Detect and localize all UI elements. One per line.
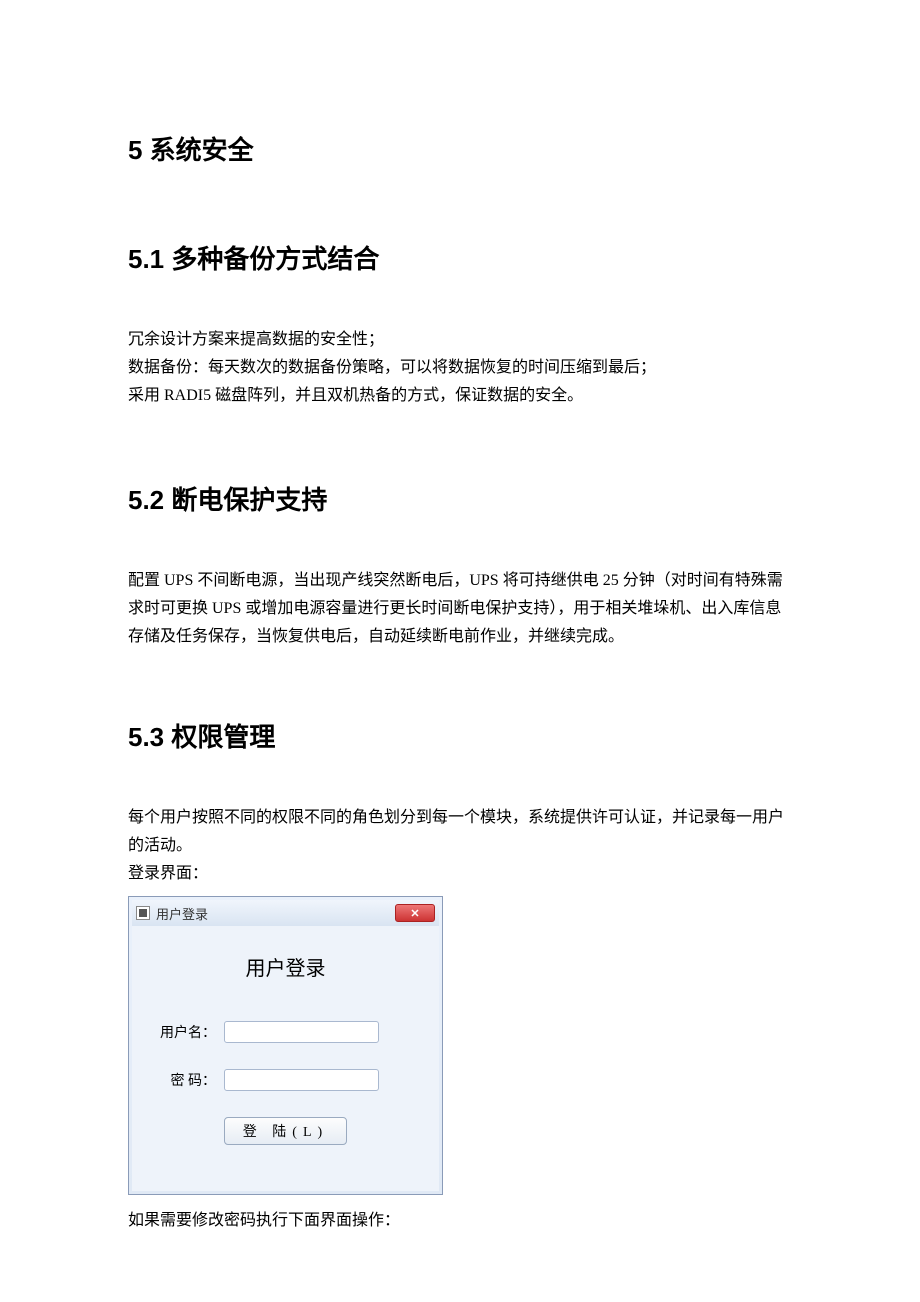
paragraph-text: 配置 UPS 不间断电源，当出现产线突然断电后，UPS 将可持继供电 25 分钟… [128,567,792,651]
paragraph-text: 登录界面： [128,860,792,888]
paragraph-text: 如果需要修改密码执行下面界面操作： [128,1207,792,1235]
paragraph-text: 冗余设计方案来提高数据的安全性； [128,326,792,354]
form-row-password: 密 码： [152,1069,419,1091]
password-input[interactable] [224,1069,379,1091]
paragraph-text: 每个用户按照不同的权限不同的角色划分到每一个模块，系统提供许可认证，并记录每一用… [128,804,792,860]
heading-chapter: 5 系统安全 [128,130,792,167]
paragraph-text: 采用 RADI5 磁盘阵列，并且双机热备的方式，保证数据的安全。 [128,382,792,410]
login-titlebar: 用户登录 ✕ [132,900,439,926]
form-row-username: 用户名： [152,1021,419,1043]
login-button[interactable]: 登 陆(L) [224,1117,347,1145]
login-button-row: 登 陆(L) [152,1117,419,1145]
heading-section-5-1: 5.1 多种备份方式结合 [128,239,792,276]
username-input[interactable] [224,1021,379,1043]
username-label: 用户名： [152,1022,224,1042]
login-dialog: 用户登录 ✕ 用户登录 用户名： 密 码： 登 陆(L) [128,896,443,1195]
heading-section-5-2: 5.2 断电保护支持 [128,480,792,517]
window-icon [136,906,150,920]
close-button[interactable]: ✕ [395,904,435,922]
window-title: 用户登录 [156,904,395,923]
login-heading: 用户登录 [152,952,419,981]
heading-section-5-3: 5.3 权限管理 [128,717,792,754]
paragraph-text: 数据备份：每天数次的数据备份策略，可以将数据恢复的时间压缩到最后； [128,354,792,382]
password-label: 密 码： [152,1070,224,1090]
login-body: 用户登录 用户名： 密 码： 登 陆(L) [132,926,439,1191]
